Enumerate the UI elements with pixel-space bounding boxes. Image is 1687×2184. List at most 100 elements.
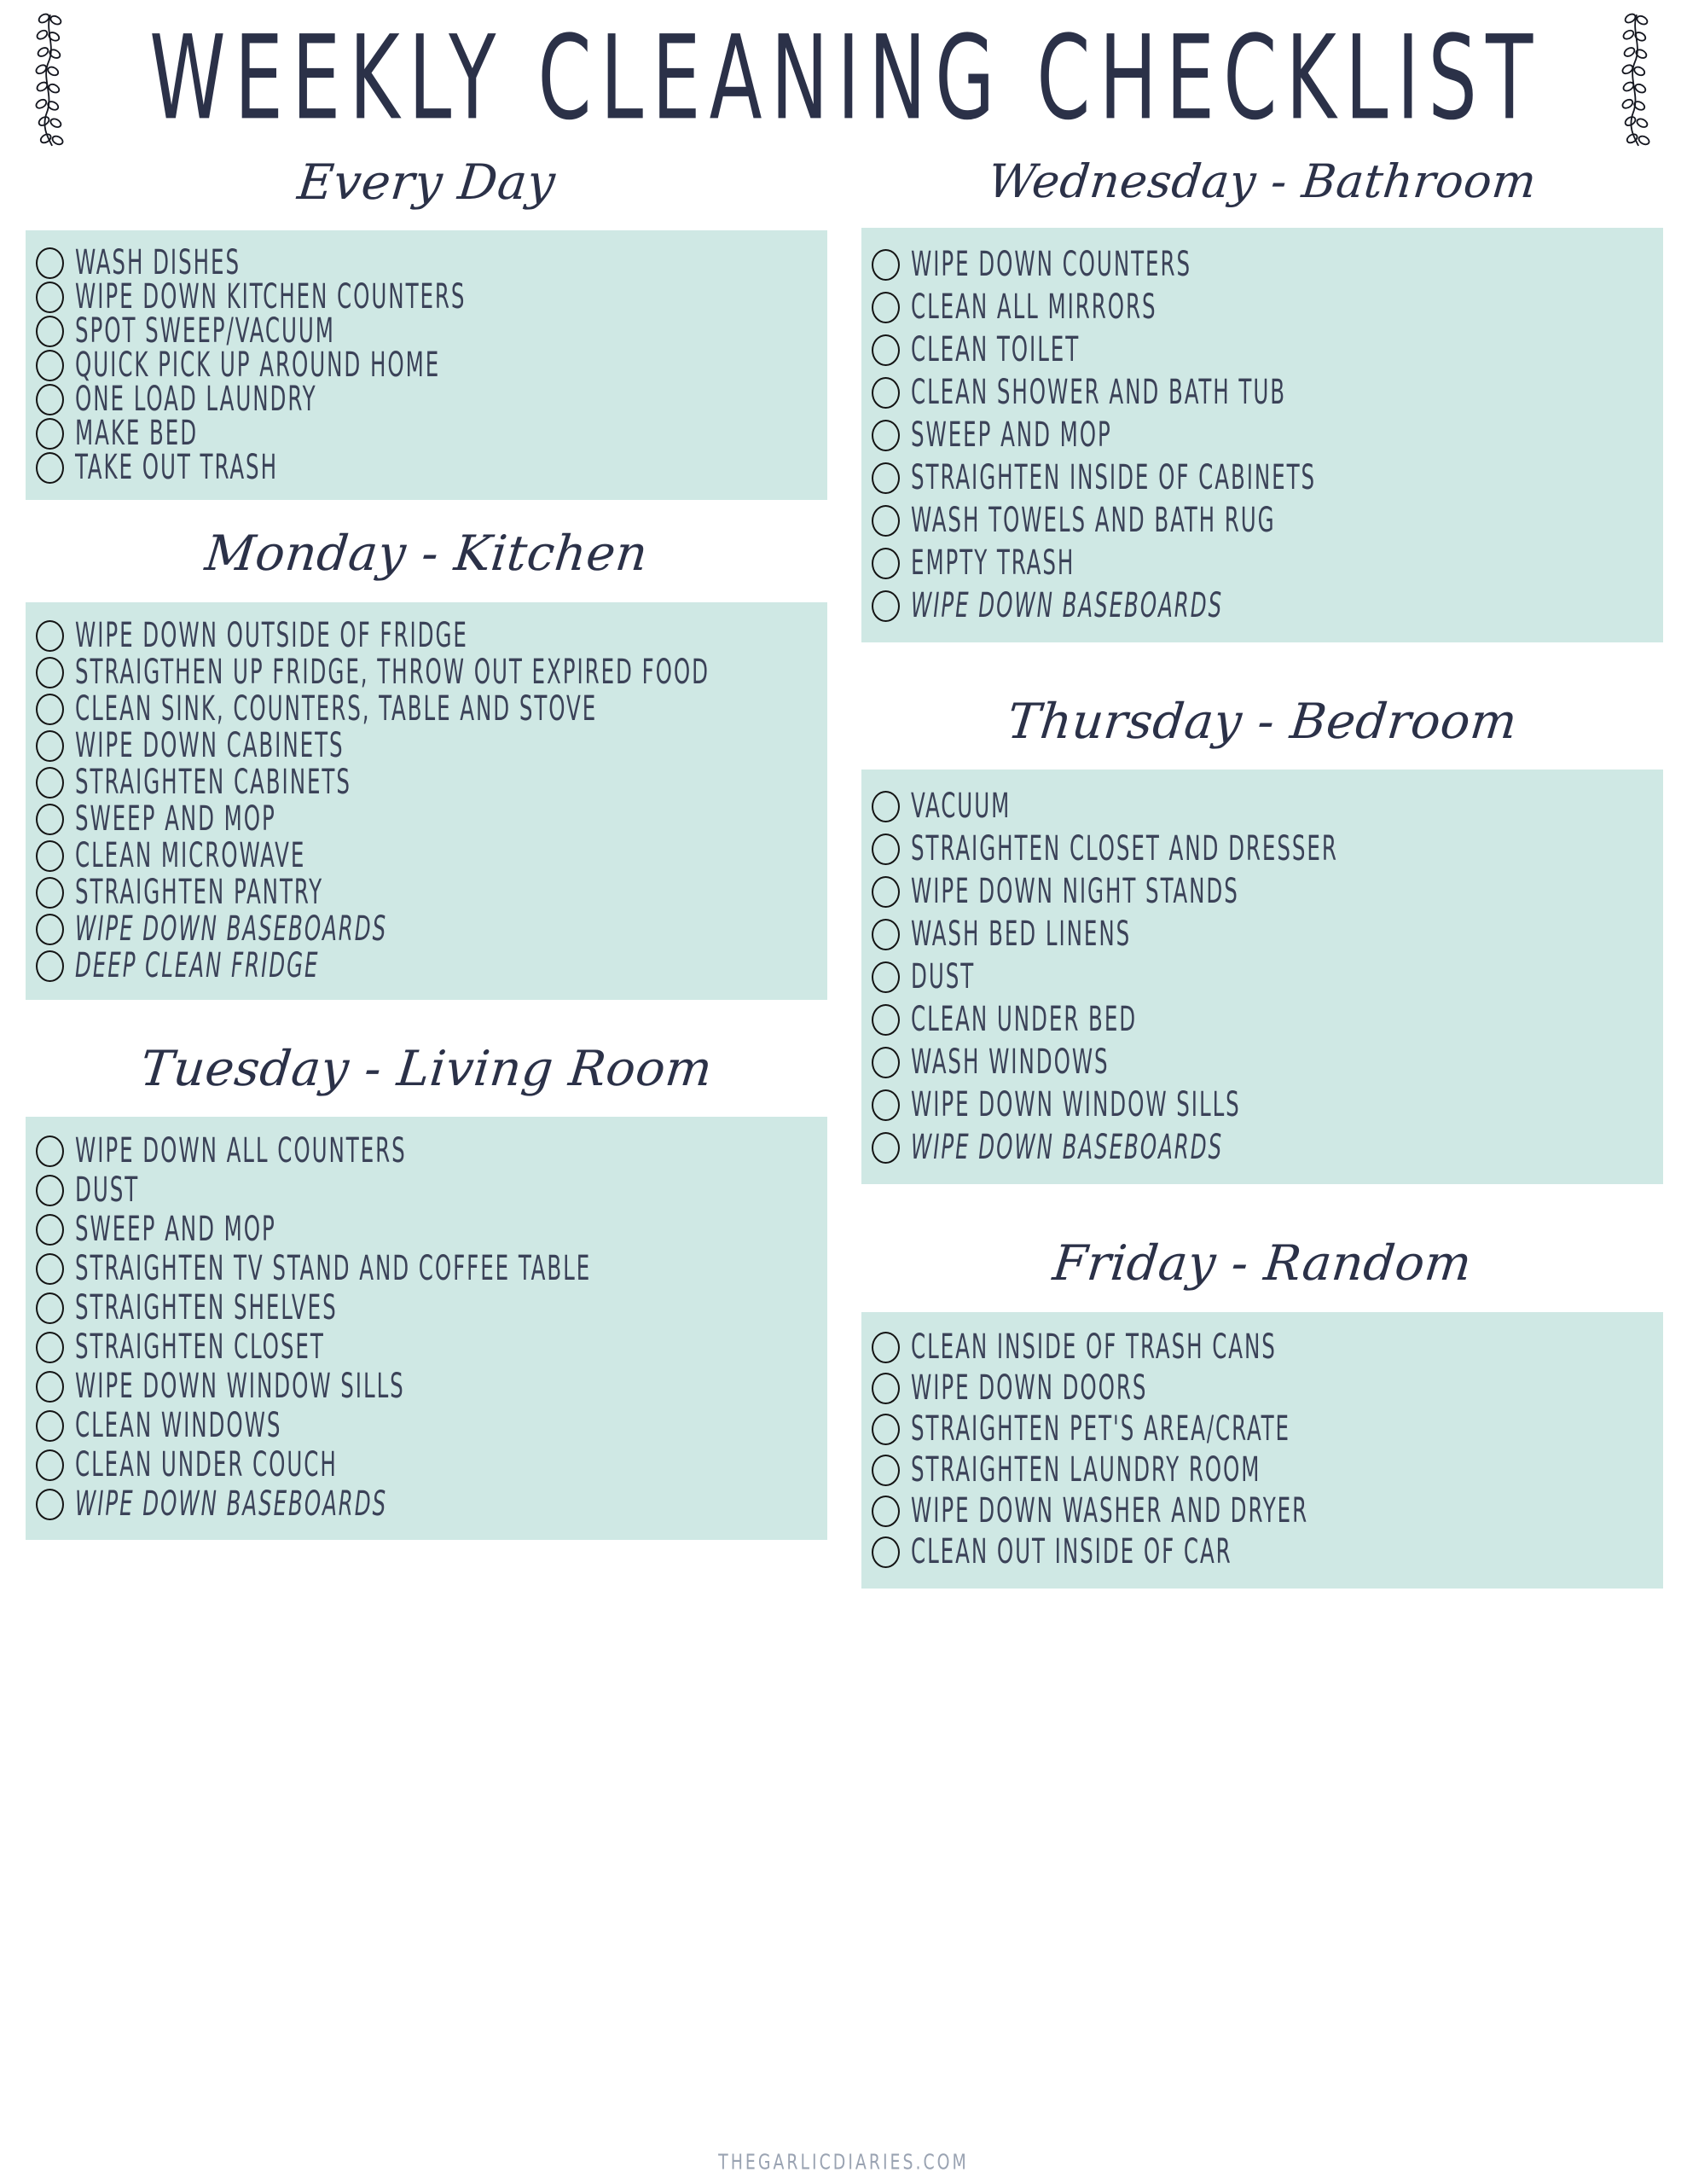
list-item[interactable]: WIPE DOWN BASEBOARDS [26,1485,827,1525]
checkbox-icon[interactable] [872,1131,900,1164]
list-item[interactable]: WIPE DOWN CABINETS [26,728,827,764]
list-item[interactable]: STRAIGHTEN CLOSET AND DRESSER [861,828,1663,870]
list-item[interactable]: SWEEP AND MOP [861,414,1663,456]
list-item[interactable]: WIPE DOWN KITCHEN COUNTERS [26,279,827,314]
list-item[interactable]: CLEAN WINDOWS [26,1407,827,1446]
checkbox-icon[interactable] [36,876,64,909]
list-item[interactable]: STRAIGHTEN PET'S AREA/CRATE [861,1409,1663,1450]
list-item[interactable]: STRAIGHTEN TV STAND AND COFFEE TABLE [26,1250,827,1289]
checkbox-icon[interactable] [36,383,64,415]
list-item[interactable]: EMPTY TRASH [861,542,1663,584]
checkbox-icon[interactable] [36,766,64,799]
checkbox-icon[interactable] [872,1536,900,1569]
list-item[interactable]: WIPE DOWN DOORS [861,1368,1663,1409]
list-item[interactable]: CLEAN SHOWER AND BATH TUB [861,371,1663,414]
list-item[interactable]: SPOT SWEEP/VACUUM [26,313,827,348]
checkbox-icon[interactable] [36,1214,64,1246]
checkbox-icon[interactable] [872,1496,900,1528]
checkbox-icon[interactable] [36,1253,64,1286]
list-item[interactable]: DUST [26,1171,827,1211]
checkbox-icon[interactable] [872,547,900,579]
list-item[interactable]: CLEAN SINK, COUNTERS, TABLE AND STOVE [26,691,827,728]
list-item[interactable]: WIPE DOWN NIGHT STANDS [861,870,1663,913]
list-item[interactable]: CLEAN TOILET [861,328,1663,371]
list-item[interactable]: WIPE DOWN BASEBOARDS [861,584,1663,627]
list-item[interactable]: VACUUM [861,785,1663,828]
checkbox-icon[interactable] [36,950,64,982]
checkbox-icon[interactable] [872,1046,900,1078]
checkbox-icon[interactable] [36,417,64,450]
list-item[interactable]: WASH DISHES [26,245,827,280]
list-item[interactable]: STRAIGHTEN INSIDE OF CABINETS [861,456,1663,499]
list-item[interactable]: CLEAN INSIDE OF TRASH CANS [861,1327,1663,1368]
list-item[interactable]: STRAIGTHEN UP FRIDGE, THROW OUT EXPIRED … [26,654,827,691]
checkbox-icon[interactable] [872,1455,900,1487]
checkbox-icon[interactable] [872,419,900,451]
checkbox-icon[interactable] [36,349,64,381]
checkbox-icon[interactable] [36,247,64,279]
list-item[interactable]: QUICK PICK UP AROUND HOME [26,347,827,382]
checkbox-icon[interactable] [872,1414,900,1446]
checkbox-icon[interactable] [36,839,64,872]
list-item[interactable]: WASH WINDOWS [861,1041,1663,1083]
list-item[interactable]: DEEP CLEAN FRIDGE [26,948,827,985]
checkbox-icon[interactable] [36,1292,64,1325]
list-item[interactable]: CLEAN UNDER BED [861,998,1663,1041]
list-item[interactable]: WIPE DOWN OUTSIDE OF FRIDGE [26,618,827,654]
list-item[interactable]: CLEAN MICROWAVE [26,838,827,874]
list-item[interactable]: SWEEP AND MOP [26,1211,827,1250]
list-item[interactable]: WASH BED LINENS [861,913,1663,956]
list-item[interactable]: TAKE OUT TRASH [26,450,827,485]
list-item[interactable]: CLEAN ALL MIRRORS [861,286,1663,328]
list-item[interactable]: SWEEP AND MOP [26,801,827,838]
checkbox-icon[interactable] [36,451,64,484]
list-item[interactable]: WIPE DOWN WINDOW SILLS [861,1083,1663,1126]
checkbox-icon[interactable] [872,291,900,323]
list-item[interactable]: STRAIGHTEN LAUNDRY ROOM [861,1450,1663,1491]
list-item[interactable]: DUST [861,956,1663,998]
checkbox-icon[interactable] [872,875,900,908]
list-item[interactable]: STRAIGHTEN PANTRY [26,874,827,911]
checkbox-icon[interactable] [872,790,900,822]
checkbox-icon[interactable] [872,961,900,993]
checkbox-icon[interactable] [36,281,64,313]
checkbox-icon[interactable] [36,1410,64,1443]
checkbox-icon[interactable] [36,1371,64,1403]
checkbox-icon[interactable] [36,1489,64,1521]
list-item[interactable]: WIPE DOWN BASEBOARDS [861,1126,1663,1169]
checkbox-icon[interactable] [872,248,900,281]
checkbox-icon[interactable] [36,656,64,688]
checkbox-icon[interactable] [872,1089,900,1121]
list-item[interactable]: WIPE DOWN WASHER AND DRYER [861,1491,1663,1532]
checkbox-icon[interactable] [872,504,900,537]
checkbox-icon[interactable] [872,918,900,950]
checkbox-icon[interactable] [36,1175,64,1207]
checkbox-icon[interactable] [36,803,64,835]
checkbox-icon[interactable] [36,729,64,762]
list-item[interactable]: CLEAN OUT INSIDE OF CAR [861,1532,1663,1573]
list-item[interactable]: WIPE DOWN BASEBOARDS [26,911,827,948]
list-item[interactable]: WASH TOWELS AND BATH RUG [861,499,1663,542]
checkbox-icon[interactable] [872,590,900,622]
list-item[interactable]: STRAIGHTEN CABINETS [26,764,827,801]
checkbox-icon[interactable] [872,1003,900,1036]
checkbox-icon[interactable] [36,1136,64,1168]
checkbox-icon[interactable] [36,693,64,725]
checkbox-icon[interactable] [872,833,900,865]
list-item[interactable]: ONE LOAD LAUNDRY [26,381,827,416]
list-item[interactable]: WIPE DOWN COUNTERS [861,243,1663,286]
checkbox-icon[interactable] [872,1373,900,1405]
list-item[interactable]: STRAIGHTEN CLOSET [26,1328,827,1368]
checkbox-icon[interactable] [872,462,900,494]
checkbox-icon[interactable] [872,1332,900,1364]
checkbox-icon[interactable] [36,1449,64,1482]
checkbox-icon[interactable] [36,315,64,347]
list-item[interactable]: WIPE DOWN ALL COUNTERS [26,1132,827,1171]
checkbox-icon[interactable] [36,1332,64,1364]
checkbox-icon[interactable] [872,334,900,366]
list-item[interactable]: WIPE DOWN WINDOW SILLS [26,1368,827,1407]
list-item[interactable]: STRAIGHTEN SHELVES [26,1289,827,1328]
list-item[interactable]: CLEAN UNDER COUCH [26,1446,827,1485]
list-item[interactable]: MAKE BED [26,415,827,450]
checkbox-icon[interactable] [36,619,64,652]
